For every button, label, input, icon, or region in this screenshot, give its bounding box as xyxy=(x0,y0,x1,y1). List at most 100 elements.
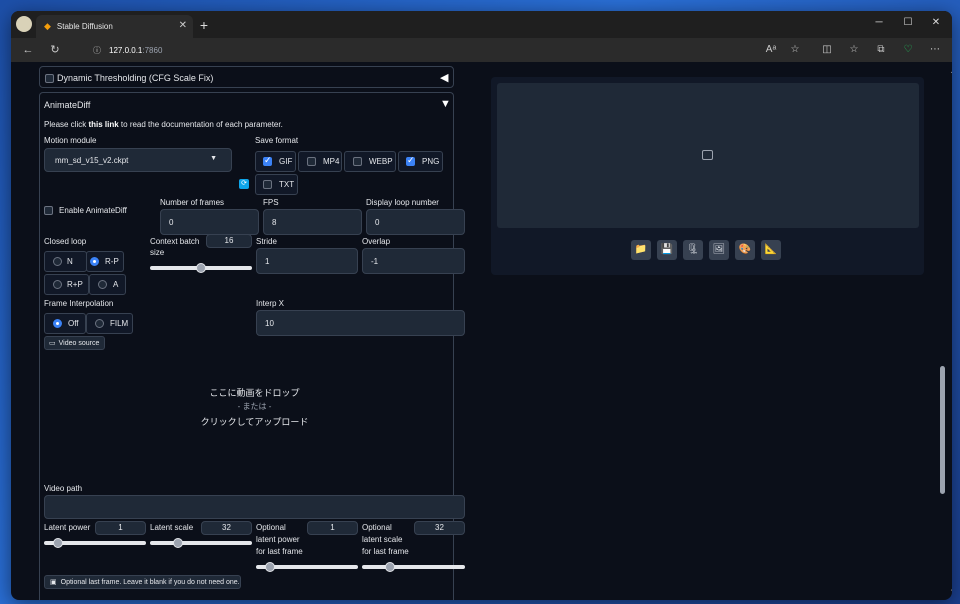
collapse-arrow-icon[interactable]: ◀ xyxy=(440,71,448,84)
frame-interp-film-radio[interactable] xyxy=(95,319,104,328)
frames-label: Number of frames xyxy=(160,198,225,207)
close-window-button[interactable]: ✕ xyxy=(922,14,950,32)
docs-link[interactable]: this link xyxy=(88,120,118,129)
closed-loop-rp[interactable]: R-P xyxy=(86,251,124,272)
closed-loop-rpp[interactable]: R+P xyxy=(44,274,89,295)
last-frame-tab[interactable]: ▣ Optional last frame. Leave it blank if… xyxy=(44,575,241,589)
opt-latent-power-label-1: Optional xyxy=(256,523,286,532)
animatediff-title[interactable]: AnimateDiff xyxy=(44,100,90,110)
closed-loop-a-radio[interactable] xyxy=(98,280,107,289)
closed-loop-rpp-label: R+P xyxy=(67,280,83,289)
latent-power-number[interactable]: 1 xyxy=(95,521,146,535)
interp-x-input[interactable]: 10 xyxy=(256,310,465,336)
latent-scale-number[interactable]: 32 xyxy=(201,521,252,535)
minimize-button[interactable]: ─ xyxy=(865,14,893,32)
chevron-down-icon: ▼ xyxy=(210,155,217,162)
frame-interp-off[interactable]: Off xyxy=(44,313,86,334)
browser-tab[interactable]: ◆ Stable Diffusion ✕ xyxy=(36,15,193,38)
opt-latent-scale-number[interactable]: 32 xyxy=(414,521,465,535)
gif-checkbox[interactable] xyxy=(263,155,272,166)
webp-checkbox[interactable] xyxy=(353,157,362,166)
save-format-mp4[interactable]: MP4 xyxy=(298,151,342,172)
page-scrollbar[interactable]: ▲ ▼ xyxy=(948,69,952,599)
expand-arrow-icon[interactable]: ▼ xyxy=(440,98,451,110)
new-tab-button[interactable]: + xyxy=(194,15,214,35)
video-path-input[interactable] xyxy=(44,495,465,519)
folder-icon[interactable]: 📁 xyxy=(631,240,651,260)
opt-latent-power-label-3: for last frame xyxy=(256,547,303,556)
context-batch-label-1: Context batch xyxy=(150,237,200,246)
closed-loop-n[interactable]: N xyxy=(44,251,87,272)
favorite-star-icon[interactable]: ☆ xyxy=(787,42,803,58)
send-to-extras-icon[interactable]: 📐 xyxy=(761,240,781,260)
loop-number-input[interactable]: 0 xyxy=(366,209,465,235)
dynamic-thresholding-checkbox[interactable] xyxy=(45,74,54,83)
closed-loop-rpp-radio[interactable] xyxy=(53,280,62,289)
motion-module-dropdown[interactable]: mm_sd_v15_v2.ckpt ▼ xyxy=(44,148,232,172)
send-to-inpaint-icon[interactable]: 🎨 xyxy=(735,240,755,260)
closed-loop-a-label: A xyxy=(113,280,119,289)
opt-latent-scale-slider-thumb[interactable] xyxy=(385,562,395,572)
profile-avatar[interactable] xyxy=(16,16,32,32)
latent-power-slider-thumb[interactable] xyxy=(53,538,63,548)
frame-interp-film-label: FILM xyxy=(110,319,129,328)
latent-scale-slider-thumb[interactable] xyxy=(173,538,183,548)
stride-input[interactable]: 1 xyxy=(256,248,358,274)
save-format-gif[interactable]: GIF xyxy=(255,151,296,172)
split-screen-icon[interactable]: ◫ xyxy=(819,42,835,58)
context-batch-slider-thumb[interactable] xyxy=(196,263,206,273)
refresh-icon[interactable]: ↻ xyxy=(46,42,64,58)
favorites-icon[interactable]: ☆ xyxy=(846,42,862,58)
maximize-button[interactable]: ☐ xyxy=(894,14,922,32)
motion-module-value: mm_sd_v15_v2.ckpt xyxy=(55,155,129,165)
send-to-img2img-icon[interactable]: 🖼 xyxy=(709,240,729,260)
mp4-checkbox[interactable] xyxy=(307,157,316,166)
scroll-down-arrow-icon[interactable]: ▼ xyxy=(950,589,952,595)
frame-interp-off-radio[interactable] xyxy=(53,319,62,328)
back-icon[interactable]: ← xyxy=(19,42,37,58)
read-aloud-icon[interactable]: Aᵃ xyxy=(763,42,779,58)
browser-window: ◆ Stable Diffusion ✕ + ─ ☐ ✕ ← ↻ ⓘ 127.0… xyxy=(11,11,952,600)
frames-input[interactable]: 0 xyxy=(160,209,259,235)
txt-checkbox[interactable] xyxy=(263,180,272,189)
dynamic-thresholding-accordion[interactable]: Dynamic Thresholding (CFG Scale Fix) ◀ xyxy=(39,66,454,88)
save-format-png[interactable]: PNG xyxy=(398,151,443,172)
url-host: 127.0.0.1 xyxy=(109,45,143,55)
performance-icon[interactable]: ♡ xyxy=(900,42,916,58)
opt-latent-power-slider-thumb[interactable] xyxy=(265,562,275,572)
gif-label: GIF xyxy=(279,157,293,166)
enable-animatediff-label[interactable]: Enable AnimateDiff xyxy=(59,206,127,215)
collections-icon[interactable]: ⧉ xyxy=(873,42,889,58)
refresh-models-icon[interactable]: ⟳ xyxy=(239,179,249,189)
video-source-tab[interactable]: ▭ Video source xyxy=(44,336,105,350)
video-drop-zone[interactable]: ここに動画をドロップ - または - クリックしてアップロード xyxy=(44,351,465,481)
save-icon[interactable]: 💾 xyxy=(657,240,677,260)
output-image-area[interactable] xyxy=(497,83,919,228)
overlap-label: Overlap xyxy=(362,237,391,246)
fps-input[interactable]: 8 xyxy=(263,209,362,235)
opt-latent-power-number[interactable]: 1 xyxy=(307,521,358,535)
scroll-thumb[interactable] xyxy=(940,366,945,494)
scroll-up-arrow-icon[interactable]: ▲ xyxy=(950,69,952,75)
zip-icon[interactable]: 🗜 xyxy=(683,240,703,260)
last-frame-hint: Optional last frame. Leave it blank if y… xyxy=(60,578,240,586)
opt-latent-scale-slider[interactable] xyxy=(362,565,465,569)
frame-interp-film[interactable]: FILM xyxy=(86,313,133,334)
animatediff-accordion: AnimateDiff ▼ Please click this link to … xyxy=(39,92,465,600)
closed-loop-rp-radio[interactable] xyxy=(90,257,99,266)
url-port: :7860 xyxy=(142,45,163,55)
save-format-txt[interactable]: TXT xyxy=(255,174,298,195)
latent-scale-slider[interactable] xyxy=(150,541,252,545)
tab-close-icon[interactable]: ✕ xyxy=(179,20,187,31)
save-format-webp[interactable]: WEBP xyxy=(344,151,396,172)
fps-label: FPS xyxy=(263,198,279,207)
more-menu-icon[interactable]: ⋯ xyxy=(927,42,943,58)
context-batch-number[interactable]: 16 xyxy=(206,234,252,248)
closed-loop-a[interactable]: A xyxy=(89,274,126,295)
png-checkbox[interactable] xyxy=(406,155,415,166)
closed-loop-n-radio[interactable] xyxy=(53,257,62,266)
enable-animatediff-checkbox[interactable] xyxy=(44,206,53,215)
video-path-label: Video path xyxy=(44,484,83,493)
overlap-input[interactable]: -1 xyxy=(362,248,465,274)
url-field[interactable]: ⓘ 127.0.0.1:7860 xyxy=(85,41,700,59)
